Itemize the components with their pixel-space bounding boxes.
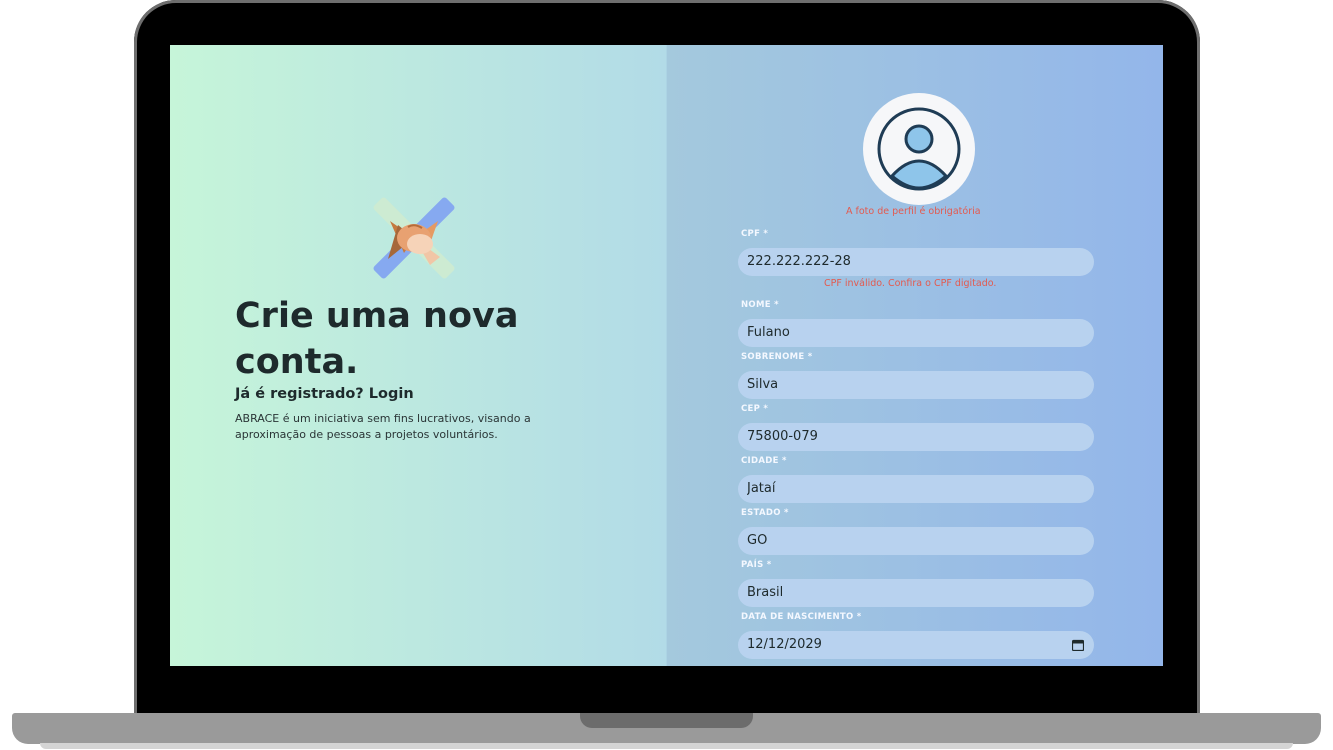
nome-label: NOME * [741, 300, 779, 310]
user-avatar-icon [877, 107, 961, 191]
pais-label: PAÍS * [741, 560, 772, 570]
intro-panel: Crie uma nova conta. Já é registrado? Lo… [170, 45, 667, 666]
cpf-label: CPF * [741, 229, 769, 239]
nome-input[interactable] [738, 319, 1094, 347]
cpf-error: CPF inválido. Confira o CPF digitado. [824, 278, 997, 289]
birthdate-value: 12/12/2029 [747, 637, 822, 652]
page-title: Crie uma nova conta. [235, 296, 519, 382]
sobrenome-label: SOBRENOME * [741, 352, 813, 362]
screen: Crie uma nova conta. Já é registrado? Lo… [170, 45, 1163, 666]
hands-together-icon [373, 197, 455, 279]
laptop-notch [580, 713, 753, 728]
cpf-input[interactable] [738, 248, 1094, 276]
sobrenome-input[interactable] [738, 371, 1094, 399]
pais-input[interactable] [738, 579, 1094, 607]
estado-input[interactable] [738, 527, 1094, 555]
laptop-base-shadow [40, 743, 1293, 749]
estado-label: ESTADO * [741, 508, 789, 518]
profile-photo-upload[interactable] [863, 93, 975, 205]
nascimento-label: DATA DE NASCIMENTO * [741, 612, 862, 622]
cep-input[interactable] [738, 423, 1094, 451]
avatar-error: A foto de perfil é obrigatória [846, 206, 981, 217]
cidade-label: CIDADE * [741, 456, 787, 466]
cep-label: CEP * [741, 404, 769, 414]
login-prompt: Já é registrado? Login [235, 386, 414, 402]
signup-form: A foto de perfil é obrigatória CPF * CPF… [667, 45, 1163, 666]
birthdate-input[interactable]: 12/12/2029 [738, 631, 1094, 659]
description-text: ABRACE é um iniciativa sem fins lucrativ… [235, 412, 531, 441]
cidade-input[interactable] [738, 475, 1094, 503]
login-link[interactable]: Login [369, 386, 414, 402]
calendar-icon[interactable] [1072, 639, 1084, 651]
already-registered-text: Já é registrado? [235, 386, 364, 402]
